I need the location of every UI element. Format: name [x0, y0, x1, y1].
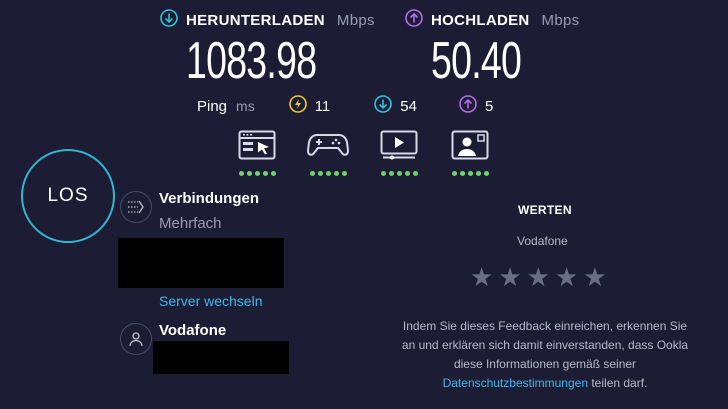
ping-unit: ms [236, 98, 255, 114]
download-unit: Mbps [336, 11, 375, 29]
upload-value: 50.40 [431, 32, 522, 90]
star-icon[interactable]: ★ [555, 262, 578, 293]
rate-title: WERTEN [518, 203, 572, 217]
upload-arrow-icon [405, 9, 423, 31]
upload-label: HOCHLADEN [431, 11, 530, 29]
feedback-line-1: Indem Sie dieses Feedback einreichen, er… [402, 319, 688, 333]
browsing-icon [238, 130, 276, 165]
ping-download-value: 54 [400, 97, 417, 115]
gaming-rating[interactable] [306, 130, 350, 176]
video-call-icon [451, 130, 489, 165]
feedback-line-2: an und erklären sich damit einverstanden… [401, 338, 689, 352]
ping-label: Ping [197, 97, 228, 115]
ping-download: 54 [374, 95, 417, 117]
ping-upload: 5 [459, 95, 493, 117]
user-icon [120, 323, 152, 355]
go-button-label: LOS [47, 185, 89, 206]
star-icon[interactable]: ★ [498, 262, 521, 293]
download-label: HERUNTERLADEN [186, 11, 325, 29]
ping-row: Ping ms 11 54 5 [197, 95, 493, 117]
upload-arrow-icon [459, 95, 477, 117]
download-metric: HERUNTERLADEN Mbps 1083.98 [160, 9, 375, 91]
go-button[interactable]: LOS [21, 149, 115, 243]
upload-unit: Mbps [541, 11, 580, 29]
streaming-rating[interactable] [377, 130, 421, 176]
star-icon[interactable]: ★ [527, 262, 550, 293]
download-arrow-icon [374, 95, 393, 117]
rate-provider: Vodafone [517, 234, 568, 248]
star-rating: ★ ★ ★ ★ ★ [470, 262, 607, 293]
connections-mode[interactable]: Mehrfach [159, 215, 222, 232]
star-icon[interactable]: ★ [470, 262, 493, 293]
download-value: 1083.98 [186, 32, 317, 90]
experience-ratings [235, 130, 492, 176]
ping-idle-icon [288, 95, 307, 117]
feedback-tail: teilen darf. [588, 376, 648, 390]
change-server-link[interactable]: Server wechseln [159, 293, 263, 309]
download-arrow-icon [160, 9, 178, 31]
server-name-redacted [118, 238, 284, 288]
connections-title: Verbindungen [159, 190, 260, 207]
feedback-text: Indem Sie dieses Feedback einreichen, er… [378, 317, 712, 393]
gaming-icon [306, 130, 350, 165]
video-call-rating[interactable] [448, 130, 492, 176]
connections-icon [120, 191, 152, 223]
feedback-line-3: diese Informationen gemäß seiner [453, 357, 637, 371]
ping-upload-value: 5 [484, 97, 494, 115]
privacy-link[interactable]: Datenschutzbestimmungen [443, 376, 588, 390]
provider-name: Vodafone [159, 322, 227, 339]
ping-idle: 11 [288, 95, 331, 117]
browsing-rating[interactable] [235, 130, 279, 176]
ping-idle-value: 11 [314, 97, 331, 115]
upload-metric: HOCHLADEN Mbps 50.40 [405, 9, 579, 91]
streaming-icon [380, 130, 418, 165]
ip-address-redacted [153, 341, 289, 374]
star-icon[interactable]: ★ [583, 262, 606, 293]
